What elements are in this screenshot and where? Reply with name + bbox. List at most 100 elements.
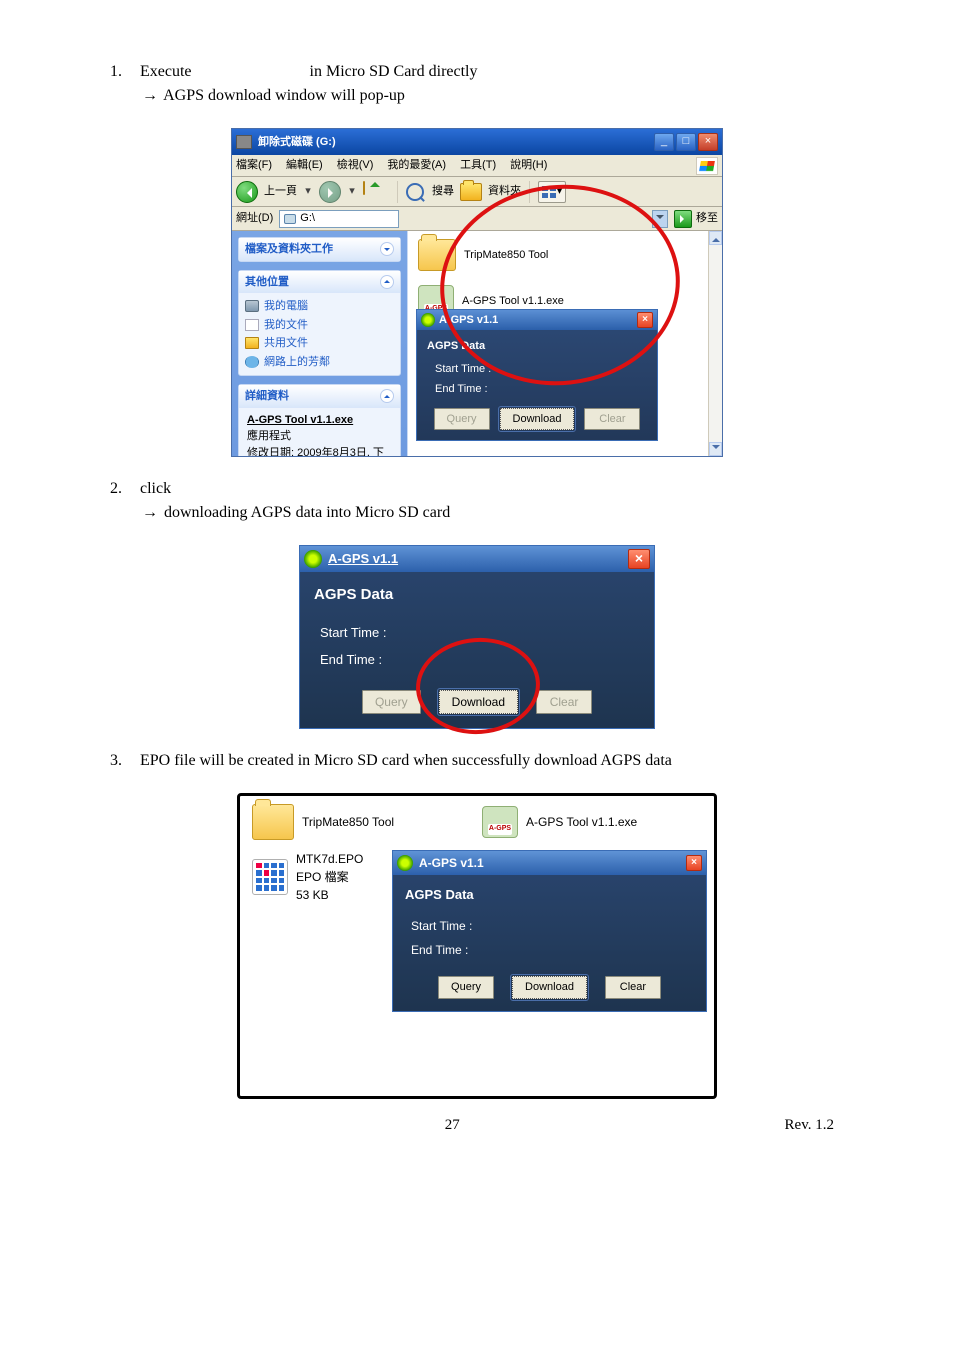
scrollbar[interactable]	[708, 231, 722, 456]
step2-text: click	[140, 477, 171, 501]
arrow-icon: →	[142, 501, 160, 525]
document-icon	[245, 319, 259, 331]
folder-name: TripMate850 Tool	[302, 813, 394, 831]
forward-dropdown-icon[interactable]: ▾	[347, 181, 357, 203]
back-button-label[interactable]: 上一頁	[264, 183, 297, 200]
detail-filename: A-GPS Tool v1.1.exe	[247, 412, 392, 429]
window-title: 卸除式磁碟 (G:)	[258, 134, 648, 151]
step1-text-b: in Micro SD Card directly	[310, 63, 478, 80]
epo-filetype: EPO 檔案	[296, 868, 363, 886]
download-button[interactable]: Download	[500, 408, 575, 431]
app-icon	[421, 313, 435, 327]
step1-number: 1.	[110, 60, 128, 84]
file-item-exe[interactable]: A-GPS A-GPS Tool v1.1.exe	[482, 806, 702, 838]
panel-details: 詳細資料 A-GPS Tool v1.1.exe 應用程式 修改日期: 2009…	[238, 384, 401, 456]
panel-other-places: 其他位置 我的電腦 我的文件 共用文件 網路上的芳鄰	[238, 270, 401, 377]
clear-button[interactable]: Clear	[605, 976, 661, 999]
toolbar: 上一頁 ▾ ▾ 搜尋 資料夾 ▾	[232, 177, 722, 207]
file-item-folder[interactable]: TripMate850 Tool	[252, 804, 472, 840]
revision-label: Rev. 1.2	[785, 1114, 834, 1137]
maximize-button[interactable]: □	[676, 133, 696, 151]
step3-number: 3.	[110, 749, 128, 773]
figure-3: TripMate850 Tool A-GPS A-GPS Tool v1.1.e…	[110, 793, 844, 1099]
panel-tasks-title: 檔案及資料夾工作	[245, 241, 333, 258]
panel-tasks: 檔案及資料夾工作	[238, 237, 401, 262]
dialog-close-button[interactable]: ×	[628, 549, 650, 569]
panel-details-title: 詳細資料	[245, 388, 289, 405]
menu-view[interactable]: 檢視(V)	[337, 157, 374, 174]
epo-file-icon	[252, 859, 288, 895]
epo-filename: MTK7d.EPO	[296, 850, 363, 868]
menu-fav[interactable]: 我的最愛(A)	[387, 157, 446, 174]
step3-text: EPO file will be created in Micro SD car…	[140, 749, 672, 773]
forward-button-icon[interactable]	[319, 181, 341, 203]
sidebar-item-mydocs[interactable]: 我的文件	[245, 316, 394, 335]
go-label: 移至	[696, 210, 718, 227]
agps-dialog-title: A-GPS v1.1	[419, 854, 680, 872]
panel-other-title: 其他位置	[245, 274, 289, 291]
step1-text-a: Execute	[140, 63, 192, 80]
folders-icon[interactable]	[460, 183, 482, 201]
page-number: 27	[445, 1114, 460, 1137]
minimize-button[interactable]: _	[654, 133, 674, 151]
search-icon[interactable]	[406, 183, 424, 201]
sidebar-item-mycomputer[interactable]: 我的電腦	[245, 297, 394, 316]
toolbar-separator	[397, 181, 398, 203]
sidebar-item-network[interactable]: 網路上的芳鄰	[245, 353, 394, 372]
step2-number: 2.	[110, 477, 128, 501]
scroll-track[interactable]	[709, 245, 722, 442]
chevron-up-icon[interactable]	[380, 389, 394, 403]
search-button-label[interactable]: 搜尋	[432, 183, 454, 200]
scroll-down-icon[interactable]	[709, 442, 722, 456]
explorer-window: 卸除式磁碟 (G:) _ □ × 檔案(F) 編輯(E) 檢視(V) 我的最愛(…	[231, 128, 723, 457]
menu-file[interactable]: 檔案(F)	[236, 157, 272, 174]
step-1: 1. Execute in Micro SD Card directly → A…	[110, 60, 844, 108]
arrow-icon: →	[142, 84, 160, 108]
detail-filetype: 應用程式	[247, 428, 392, 445]
download-button[interactable]: Download	[512, 976, 587, 999]
address-input[interactable]: G:\	[279, 210, 399, 228]
folder-icon	[245, 337, 259, 349]
address-drive-icon	[284, 214, 296, 224]
chevron-up-icon[interactable]	[380, 275, 394, 289]
agps-dialog: A-GPS v1.1 × AGPS Data Start Time : End …	[299, 545, 655, 729]
close-button[interactable]: ×	[698, 133, 718, 151]
figure-1: 卸除式磁碟 (G:) _ □ × 檔案(F) 編輯(E) 檢視(V) 我的最愛(…	[110, 128, 844, 457]
clear-button[interactable]: Clear	[584, 408, 640, 431]
app-icon	[397, 855, 413, 871]
query-button[interactable]: Query	[438, 976, 494, 999]
menu-tools[interactable]: 工具(T)	[460, 157, 496, 174]
app-icon	[304, 550, 322, 568]
scroll-up-icon[interactable]	[709, 231, 722, 245]
step2-sub: downloading AGPS data into Micro SD card	[164, 504, 450, 521]
address-label: 網址(D)	[236, 210, 273, 227]
page-footer: 27 Rev. 1.2	[0, 1114, 954, 1137]
sidebar-item-shared[interactable]: 共用文件	[245, 334, 394, 353]
agps-data-label: AGPS Data	[314, 584, 640, 607]
computer-icon	[245, 300, 259, 312]
back-dropdown-icon[interactable]: ▾	[303, 181, 313, 203]
menu-help[interactable]: 說明(H)	[510, 157, 547, 174]
go-button[interactable]: 移至	[674, 210, 718, 228]
figure3-frame: TripMate850 Tool A-GPS A-GPS Tool v1.1.e…	[237, 793, 717, 1099]
agps-dialog: A-GPS v1.1 × AGPS Data Start Time : End …	[392, 850, 707, 1012]
end-time-label: End Time :	[405, 938, 694, 962]
query-button[interactable]: Query	[434, 408, 490, 431]
address-value: G:\	[300, 210, 315, 227]
folder-icon	[252, 804, 294, 840]
figure-2: A-GPS v1.1 × AGPS Data Start Time : End …	[110, 545, 844, 729]
file-item-epo[interactable]: MTK7d.EPO EPO 檔案 53 KB	[252, 850, 382, 904]
back-button-icon[interactable]	[236, 181, 258, 203]
start-time-label: Start Time :	[405, 914, 694, 938]
window-titlebar: 卸除式磁碟 (G:) _ □ ×	[232, 129, 722, 155]
step1-sub: AGPS download window will pop-up	[163, 87, 405, 104]
dialog-close-button[interactable]: ×	[686, 855, 702, 871]
exe-icon: A-GPS	[482, 806, 518, 838]
step-3: 3. EPO file will be created in Micro SD …	[110, 749, 844, 773]
menu-edit[interactable]: 編輯(E)	[286, 157, 323, 174]
detail-modified: 修改日期: 2009年8月3日, 下午 01:23	[247, 445, 392, 457]
clear-button[interactable]: Clear	[536, 690, 592, 714]
up-button[interactable]	[363, 180, 389, 204]
query-button[interactable]: Query	[362, 690, 421, 714]
chevron-down-icon[interactable]	[380, 242, 394, 256]
